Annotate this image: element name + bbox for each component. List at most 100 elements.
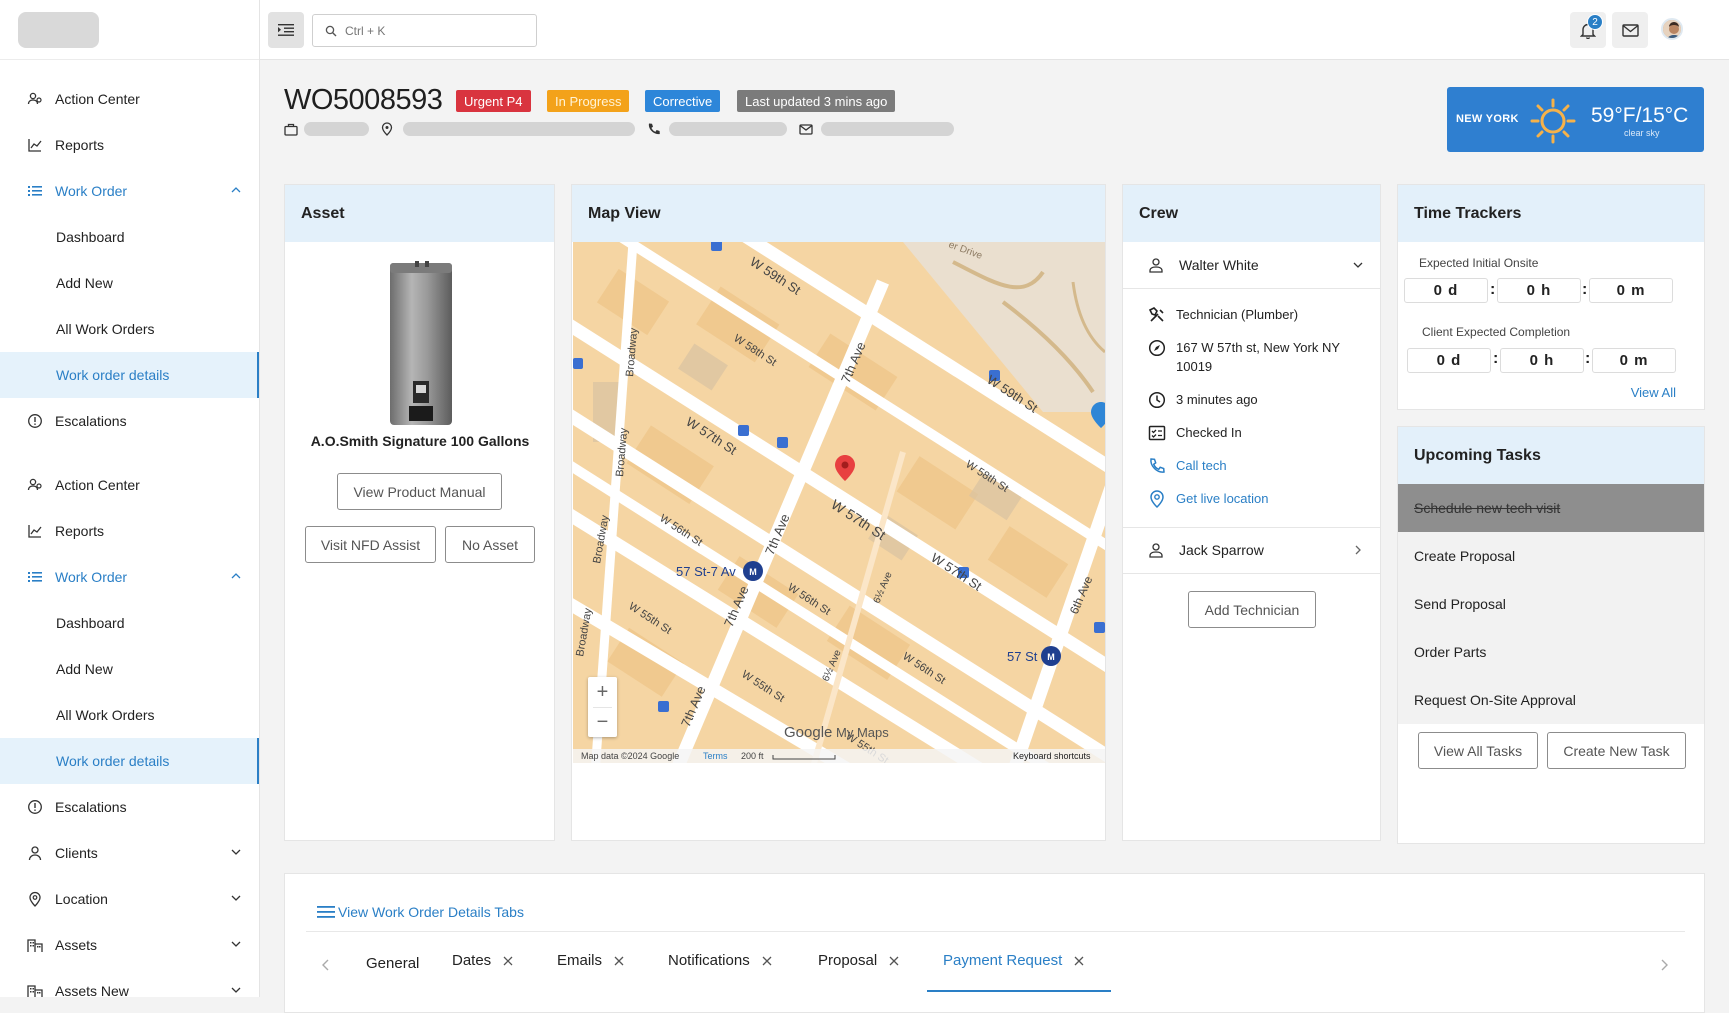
- view-product-manual-button[interactable]: View Product Manual: [337, 473, 502, 510]
- sidebar-item-assets-new[interactable]: Assets New: [0, 968, 259, 997]
- close-icon[interactable]: [762, 956, 772, 966]
- user-icon: [27, 845, 43, 861]
- tab-dates[interactable]: Dates: [452, 952, 513, 969]
- task-item[interactable]: Schedule new tech visit: [1398, 484, 1704, 532]
- view-details-tabs-link[interactable]: View Work Order Details Tabs: [317, 904, 524, 920]
- phone-icon: [1148, 457, 1166, 475]
- sidebar-item-label: All Work Orders: [56, 707, 155, 723]
- technician-time: 3 minutes ago: [1148, 390, 1258, 409]
- tabs-scroll-left-icon[interactable]: [321, 959, 331, 971]
- user-avatar[interactable]: [1661, 18, 1683, 40]
- chevron-up-icon: [230, 184, 242, 196]
- task-item[interactable]: Order Parts: [1398, 628, 1704, 676]
- visit-nfd-assist-button[interactable]: Visit NFD Assist: [305, 526, 436, 563]
- active-tab-indicator: [927, 990, 1111, 992]
- tab-payment-request[interactable]: Payment Request: [943, 952, 1084, 969]
- call-tech-link[interactable]: Call tech: [1148, 456, 1227, 475]
- task-item[interactable]: Create Proposal: [1398, 532, 1704, 580]
- close-icon[interactable]: [614, 956, 624, 966]
- create-new-task-button[interactable]: Create New Task: [1547, 732, 1686, 769]
- map-view[interactable]: M M W 59th St W 59th St W 58th St W 58th…: [573, 242, 1105, 763]
- people-icon: [27, 91, 43, 107]
- task-item[interactable]: Request On-Site Approval: [1398, 676, 1704, 724]
- sidebar-item-all-work-orders[interactable]: All Work Orders: [0, 306, 259, 352]
- expected-days: 0 d: [1404, 278, 1488, 303]
- chevron-down-icon: [1352, 259, 1364, 271]
- user-icon: [1148, 257, 1164, 273]
- alert-circle-icon: [27, 799, 43, 815]
- view-details-tabs-label: View Work Order Details Tabs: [338, 904, 524, 920]
- search-box[interactable]: [312, 14, 537, 47]
- sidebar-item-all-work-orders[interactable]: All Work Orders: [0, 692, 259, 738]
- tab-general[interactable]: General: [366, 955, 419, 972]
- tools-icon: [1148, 306, 1166, 324]
- clock-icon: [1148, 391, 1166, 409]
- sidebar-item-label: Action Center: [55, 477, 140, 493]
- tab-label: Notifications: [668, 952, 750, 969]
- tab-notifications[interactable]: Notifications: [668, 952, 772, 969]
- close-icon[interactable]: [503, 956, 513, 966]
- sidebar-item-add-new[interactable]: Add New: [0, 260, 259, 306]
- technician-status: Checked In: [1148, 423, 1242, 442]
- sidebar-item-action-center[interactable]: Action Center: [0, 462, 259, 508]
- close-icon[interactable]: [889, 956, 899, 966]
- chart-line-icon: [27, 137, 43, 153]
- phone-icon: [647, 122, 661, 136]
- map-canvas[interactable]: M M W 59th St W 59th St W 58th St W 58th…: [573, 242, 1105, 763]
- sidebar-item-action-center[interactable]: Action Center: [0, 76, 259, 122]
- technician-row-walter[interactable]: Walter White: [1123, 242, 1380, 288]
- add-technician-button[interactable]: Add Technician: [1188, 591, 1316, 628]
- sidebar-item-label: Dashboard: [56, 229, 125, 245]
- sidebar-item-label: Add New: [56, 275, 113, 291]
- sidebar-item-reports[interactable]: Reports: [0, 508, 259, 554]
- task-item[interactable]: Send Proposal: [1398, 580, 1704, 628]
- priority-badge: Urgent P4: [456, 90, 531, 112]
- technician-row-jack[interactable]: Jack Sparrow: [1123, 527, 1380, 573]
- sidebar-item-work-order-details[interactable]: Work order details: [0, 352, 259, 398]
- weather-city: NEW YORK: [1456, 113, 1519, 125]
- sidebar-item-escalations[interactable]: Escalations: [0, 784, 259, 830]
- no-asset-button[interactable]: No Asset: [445, 526, 535, 563]
- zoom-out-button[interactable]: −: [588, 708, 617, 737]
- water-heater-image: [389, 261, 453, 425]
- sidebar-item-reports[interactable]: Reports: [0, 122, 259, 168]
- sidebar-item-location[interactable]: Location: [0, 876, 259, 922]
- sidebar-item-work-order-details[interactable]: Work order details: [0, 738, 259, 784]
- app-logo[interactable]: [18, 12, 99, 48]
- weather-widget: NEW YORK 59°F/15°C clear sky: [1447, 87, 1704, 152]
- sidebar-item-work-order[interactable]: Work Order: [0, 168, 259, 214]
- phone-placeholder: [669, 122, 787, 136]
- sidebar-item-label: Escalations: [55, 799, 127, 815]
- get-live-location-link[interactable]: Get live location: [1148, 489, 1269, 508]
- chart-line-icon: [27, 523, 43, 539]
- search-input[interactable]: [345, 23, 515, 38]
- technician-role-label: Technician (Plumber): [1176, 307, 1299, 322]
- technician-name: Walter White: [1179, 257, 1259, 273]
- close-icon[interactable]: [1074, 956, 1084, 966]
- view-all-tasks-button[interactable]: View All Tasks: [1418, 732, 1538, 769]
- sidebar-item-work-order[interactable]: Work Order: [0, 554, 259, 600]
- notifications-button[interactable]: 2: [1570, 12, 1606, 48]
- sidebar-item-add-new[interactable]: Add New: [0, 646, 259, 692]
- tab-emails[interactable]: Emails: [557, 952, 624, 969]
- sidebar-item-dashboard[interactable]: Dashboard: [0, 600, 259, 646]
- tab-label: General: [366, 955, 420, 972]
- menu-toggle-button[interactable]: [268, 12, 304, 48]
- tabs-scroll-right-icon[interactable]: [1659, 959, 1669, 971]
- divider: [0, 59, 259, 60]
- view-all-trackers-link[interactable]: View All: [1631, 385, 1676, 400]
- mail-icon: [799, 123, 813, 135]
- sidebar-item-assets[interactable]: Assets: [0, 922, 259, 968]
- asset-card-title: Asset: [285, 185, 554, 242]
- chevron-right-icon: [1352, 544, 1364, 556]
- zoom-in-button[interactable]: +: [588, 677, 617, 707]
- sidebar-item-clients[interactable]: Clients: [0, 830, 259, 876]
- details-tabs-card: View Work Order Details Tabs General Dat…: [284, 873, 1705, 1013]
- tab-proposal[interactable]: Proposal: [818, 952, 899, 969]
- time-trackers-card: Time Trackers Expected Initial Onsite 0 …: [1397, 184, 1705, 410]
- sidebar-item-escalations[interactable]: Escalations: [0, 398, 259, 444]
- sidebar-item-dashboard[interactable]: Dashboard: [0, 214, 259, 260]
- menu-collapse-icon: [278, 23, 294, 37]
- messages-button[interactable]: [1612, 12, 1648, 48]
- sidebar-item-label: Dashboard: [56, 615, 125, 631]
